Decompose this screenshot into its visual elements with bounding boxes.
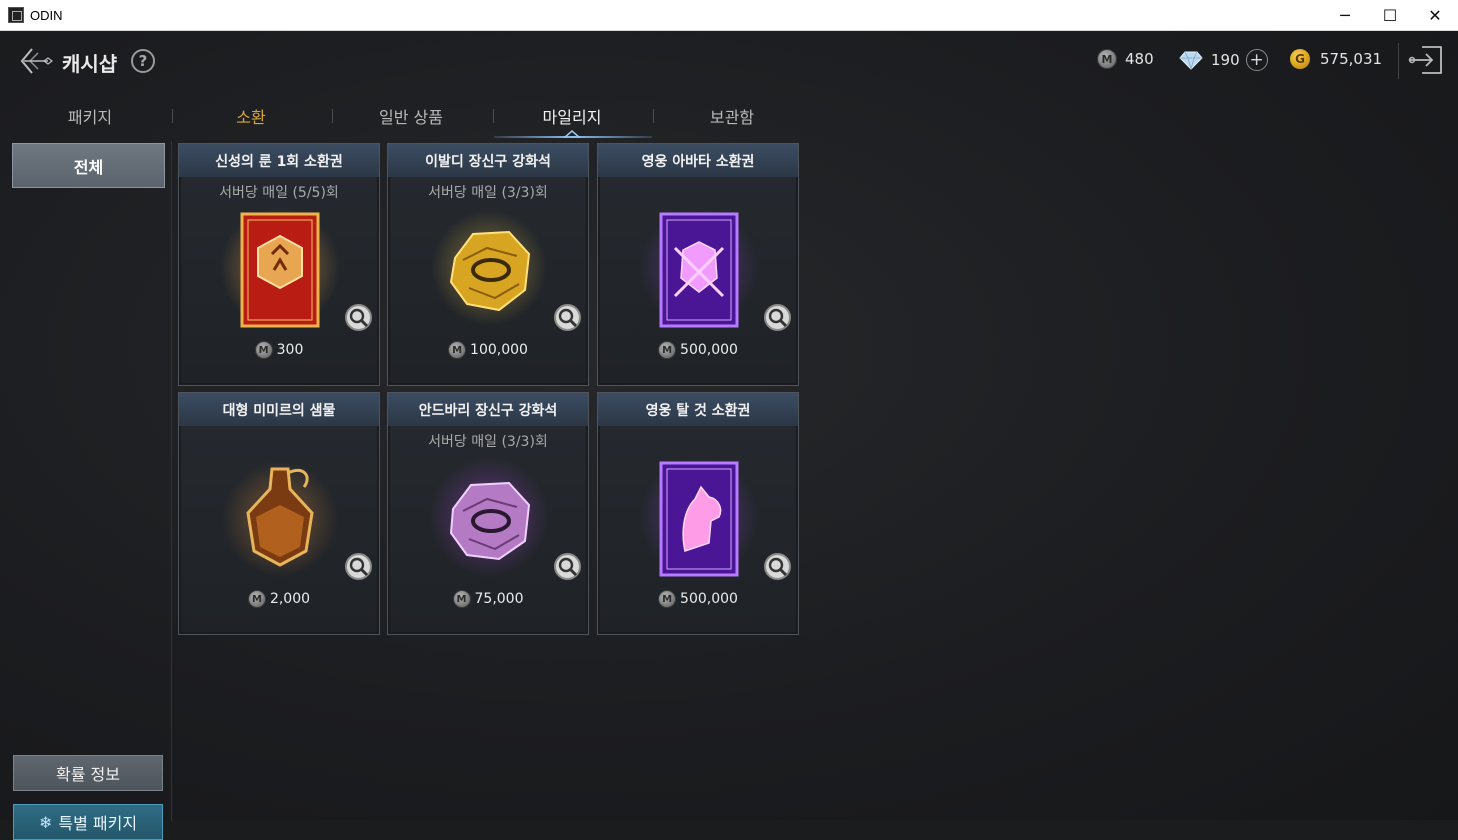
item-name: 영웅 아바타 소환권	[598, 144, 798, 177]
shop-tabs: 패키지 소환 일반 상품 마일리지	[10, 93, 654, 139]
rune-summon-card-icon	[220, 208, 340, 328]
zoom-button[interactable]	[554, 304, 581, 331]
mileage-coin-icon: M	[658, 341, 677, 359]
gold-currency: G 575,031	[1290, 49, 1382, 69]
purple-enhance-stone-icon	[429, 457, 549, 577]
back-arrow-icon[interactable]	[18, 45, 54, 77]
price-value: 100,000	[470, 342, 528, 358]
magnifier-icon	[558, 308, 578, 328]
mileage-coin-icon: M	[1097, 49, 1117, 69]
gold-amount: 575,031	[1320, 50, 1383, 68]
item-card[interactable]: 대형 미미르의 샘물 M 2,000	[178, 392, 380, 635]
active-tab-marker-icon	[563, 130, 581, 138]
special-package-button[interactable]: ❄ 특별 패키지	[13, 804, 163, 840]
item-price: M 2,000	[179, 590, 379, 608]
page-title: 캐시샵	[62, 52, 118, 76]
shop-header: 캐시샵 ? M 480 190 + G 575,031	[0, 31, 1458, 91]
close-button[interactable]: ✕	[1412, 0, 1458, 30]
sidebar-divider	[171, 141, 172, 821]
diamond-amount: 190	[1211, 51, 1240, 69]
diamond-icon	[1179, 51, 1203, 70]
tab-package[interactable]: 패키지	[10, 93, 170, 139]
mileage-coin-icon: M	[658, 590, 677, 608]
item-name: 대형 미미르의 샘물	[179, 393, 379, 426]
mileage-coin-icon: M	[254, 341, 273, 359]
odin-app-icon	[8, 7, 24, 23]
magnifier-icon	[558, 557, 578, 577]
zoom-button[interactable]	[345, 304, 372, 331]
maximize-button[interactable]: ☐	[1367, 0, 1413, 30]
mileage-coin-icon: M	[452, 590, 471, 608]
divider	[1398, 43, 1399, 79]
minimize-button[interactable]: ─	[1322, 0, 1368, 30]
game-screen: 캐시샵 ? M 480 190 + G 575,031 패키지 소환 일반 상품…	[0, 31, 1458, 840]
item-name: 영웅 탈 것 소환권	[598, 393, 798, 426]
item-price: M 75,000	[388, 590, 588, 608]
price-value: 500,000	[680, 591, 738, 607]
item-card[interactable]: 이발디 장신구 강화석 서버당 매일 (3/3)회 M 100,000	[387, 143, 589, 386]
gold-coin-icon: G	[1290, 49, 1310, 69]
item-card[interactable]: 영웅 아바타 소환권 M 500,000	[597, 143, 799, 386]
mileage-amount: 480	[1125, 50, 1154, 68]
snowflake-icon: ❄	[38, 812, 53, 832]
item-name: 이발디 장신구 강화석	[388, 144, 588, 177]
mimir-potion-icon	[222, 461, 338, 577]
item-price: M 500,000	[598, 341, 798, 359]
price-value: 75,000	[474, 591, 524, 607]
magnifier-icon	[768, 308, 788, 328]
item-price: M 500,000	[598, 590, 798, 608]
magnifier-icon	[349, 308, 369, 328]
item-price: M 300	[179, 341, 379, 359]
item-card[interactable]: 영웅 탈 것 소환권 M 500,000	[597, 392, 799, 635]
mileage-coin-icon: M	[448, 341, 467, 359]
special-package-label: 특별 패키지	[58, 814, 138, 833]
item-name: 안드바리 장신구 강화석	[388, 393, 588, 426]
item-name: 신성의 룬 1회 소환권	[179, 144, 379, 177]
tab-storage[interactable]: 보관함	[652, 93, 812, 139]
mount-summon-card-icon	[639, 457, 759, 577]
category-all-button[interactable]: 전체	[12, 143, 165, 188]
item-card[interactable]: 신성의 룬 1회 소환권 서버당 매일 (5/5)회 M 300	[178, 143, 380, 386]
exit-icon[interactable]	[1408, 44, 1444, 76]
zoom-button[interactable]	[764, 553, 791, 580]
mileage-coin-icon: M	[247, 590, 266, 608]
price-value: 300	[276, 342, 304, 358]
item-price: M 100,000	[388, 341, 588, 359]
zoom-button[interactable]	[345, 553, 372, 580]
window-title: ODIN	[30, 7, 63, 23]
item-card[interactable]: 안드바리 장신구 강화석 서버당 매일 (3/3)회 M 75,000	[387, 392, 589, 635]
avatar-summon-card-icon	[639, 208, 759, 328]
diamond-currency: 190 +	[1179, 49, 1268, 71]
help-icon[interactable]: ?	[131, 49, 155, 73]
zoom-button[interactable]	[554, 553, 581, 580]
window-titlebar: ODIN ─ ☐ ✕	[0, 0, 1458, 31]
tab-general[interactable]: 일반 상품	[331, 93, 491, 139]
mileage-currency: M 480	[1097, 49, 1154, 69]
magnifier-icon	[349, 557, 369, 577]
add-diamond-button[interactable]: +	[1245, 49, 1268, 71]
probability-info-button[interactable]: 확률 정보	[13, 755, 163, 791]
zoom-button[interactable]	[764, 304, 791, 331]
tab-summon[interactable]: 소환	[171, 93, 331, 139]
magnifier-icon	[768, 557, 788, 577]
price-value: 2,000	[269, 591, 311, 607]
gold-enhance-stone-icon	[431, 210, 547, 326]
price-value: 500,000	[680, 342, 738, 358]
